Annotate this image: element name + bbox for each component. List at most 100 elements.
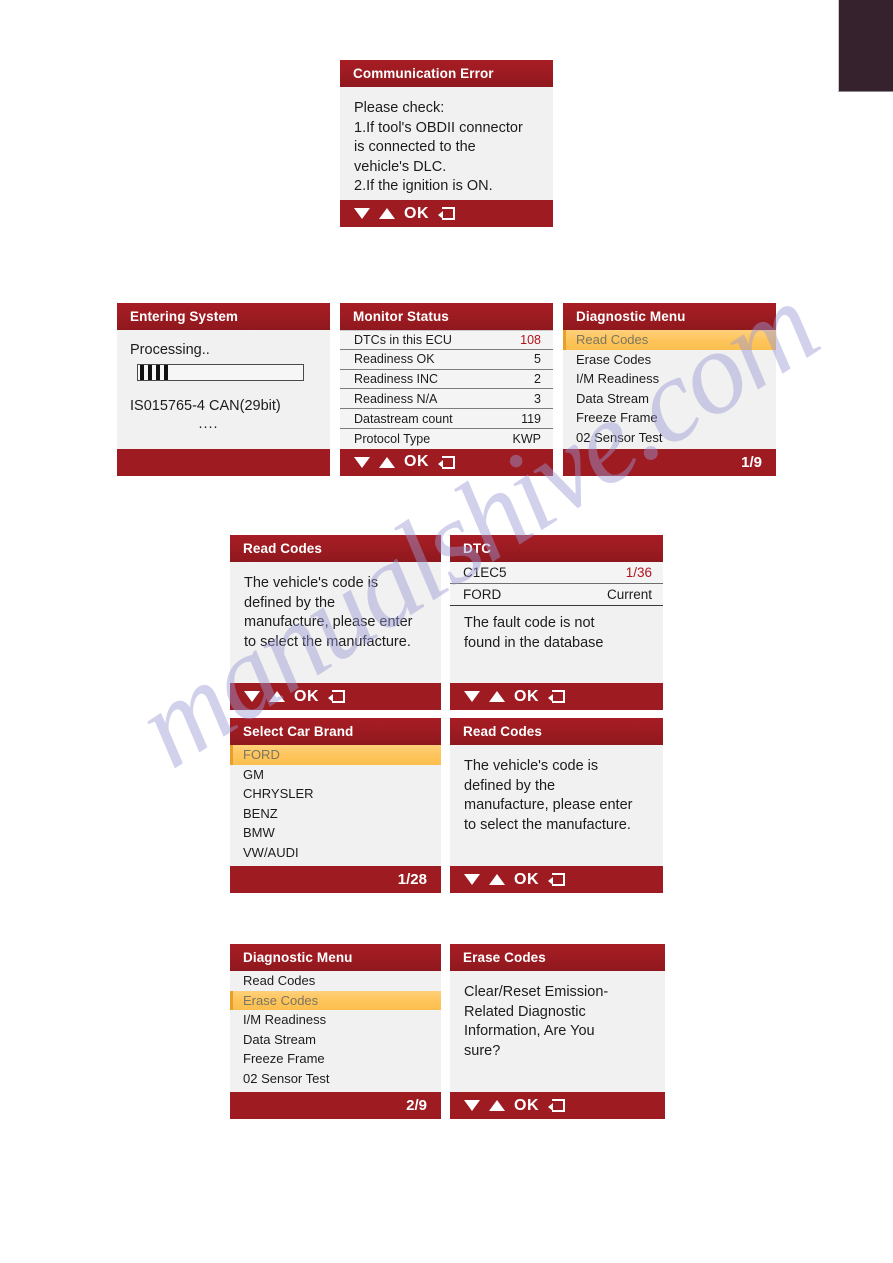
panel-erase-codes: Erase Codes Clear/Reset Emission- Relate… — [450, 944, 665, 1119]
menu-item-data-stream[interactable]: Data Stream — [230, 1030, 441, 1050]
message-line: found in the database — [464, 634, 604, 651]
message-line: is connected to the — [354, 139, 476, 155]
message-line: The fault code is not — [464, 615, 595, 631]
page-indicator: 1/28 — [397, 871, 427, 888]
message-text: The vehicle's code is defined by the man… — [450, 745, 663, 835]
panel-body: Processing.. IS015765-4 CAN(29bit) .... — [117, 330, 330, 449]
panel-title: Diagnostic Menu — [563, 303, 776, 330]
panel-communication-error: Communication Error Please check: 1.If t… — [340, 60, 553, 227]
return-arrow-icon[interactable] — [548, 873, 565, 886]
table-row: Datastream count 119 — [340, 409, 553, 429]
message-line: manufacture, please enter — [464, 797, 633, 813]
page-indicator: 2/9 — [406, 1097, 427, 1114]
menu-item-im-readiness[interactable]: I/M Readiness — [230, 1010, 441, 1030]
menu-item-erase-codes[interactable]: Erase Codes — [563, 350, 776, 370]
protocol-label: IS015765-4 CAN(29bit) — [130, 398, 281, 414]
menu-item-read-codes[interactable]: Read Codes — [230, 971, 441, 991]
triangle-up-icon[interactable] — [269, 691, 285, 702]
ok-button[interactable]: OK — [514, 1097, 539, 1115]
brand-item-chrysler[interactable]: CHRYSLER — [230, 784, 441, 804]
triangle-up-icon[interactable] — [489, 874, 505, 885]
message-line: manufacture, please enter — [244, 614, 413, 630]
menu-item-data-stream[interactable]: Data Stream — [563, 389, 776, 409]
triangle-up-icon[interactable] — [489, 1100, 505, 1111]
processing-label: Processing.. — [130, 342, 210, 358]
table-row: Readiness OK 5 — [340, 349, 553, 370]
panel-body: Please check: 1.If tool's OBDII connecto… — [340, 87, 553, 200]
panel-read-codes-a: Read Codes The vehicle's code is defined… — [230, 535, 441, 710]
panel-body: The vehicle's code is defined by the man… — [450, 745, 663, 866]
panel-footer-nav: OK — [450, 866, 663, 893]
row-label: Readiness N/A — [354, 391, 438, 406]
panel-footer-nav: OK — [340, 200, 553, 227]
panel-body: Read Codes Erase Codes I/M Readiness Dat… — [230, 971, 441, 1092]
ok-button[interactable]: OK — [404, 453, 429, 471]
menu-item-im-readiness[interactable]: I/M Readiness — [563, 369, 776, 389]
row-value: 5 — [534, 352, 541, 367]
panel-title: Read Codes — [450, 718, 663, 745]
table-row: Protocol Type KWP — [340, 428, 553, 449]
menu-item-read-codes[interactable]: Read Codes — [563, 330, 776, 350]
brand-item-bmw[interactable]: BMW — [230, 823, 441, 843]
panel-entering-system: Entering System Processing.. IS015765-4 … — [117, 303, 330, 476]
panel-dtc: DTC C1EC5 1/36 FORD Current The fault co… — [450, 535, 663, 710]
panel-footer-nav: OK — [450, 683, 663, 710]
return-arrow-icon[interactable] — [328, 690, 345, 703]
message-line: Clear/Reset Emission- — [464, 984, 609, 1000]
menu-item-erase-codes[interactable]: Erase Codes — [230, 990, 441, 1010]
triangle-down-icon[interactable] — [354, 208, 370, 219]
triangle-down-icon[interactable] — [464, 691, 480, 702]
panel-title: Select Car Brand — [230, 718, 441, 745]
loading-dots: .... — [198, 416, 219, 432]
brand-item-ford[interactable]: FORD — [230, 745, 441, 765]
panel-diagnostic-menu-1: Diagnostic Menu Read Codes Erase Codes I… — [563, 303, 776, 476]
row-label: DTCs in this ECU — [354, 332, 452, 347]
table-row: DTCs in this ECU 108 — [340, 330, 553, 350]
triangle-down-icon[interactable] — [464, 1100, 480, 1111]
row-value: KWP — [512, 431, 541, 446]
brand-item-gm[interactable]: GM — [230, 765, 441, 785]
progress-segment — [148, 365, 152, 380]
menu-item-o2-sensor-test[interactable]: 02 Sensor Test — [563, 428, 776, 448]
message-line: vehicle's DLC. — [354, 158, 447, 175]
menu-item-freeze-frame[interactable]: Freeze Frame — [230, 1049, 441, 1069]
triangle-up-icon[interactable] — [489, 691, 505, 702]
panel-monitor-status: Monitor Status DTCs in this ECU 108 Read… — [340, 303, 553, 476]
message-text: Please check: 1.If tool's OBDII connecto… — [340, 87, 553, 197]
triangle-up-icon[interactable] — [379, 208, 395, 219]
return-arrow-icon[interactable] — [438, 455, 455, 469]
row-label: Protocol Type — [354, 431, 431, 446]
row-value: 3 — [534, 391, 541, 406]
message-line: to select the manufacture. — [244, 633, 411, 650]
panel-footer-nav: OK — [340, 448, 553, 476]
progress-segment — [164, 365, 168, 380]
ok-button[interactable]: OK — [294, 688, 319, 706]
triangle-down-icon[interactable] — [354, 456, 370, 468]
panel-title: Communication Error — [340, 60, 553, 87]
message-line: The vehicle's code is — [244, 575, 379, 591]
page-indicator: 1/9 — [741, 454, 762, 471]
brand-item-benz[interactable]: BENZ — [230, 804, 441, 824]
triangle-down-icon[interactable] — [244, 691, 260, 702]
menu-item-freeze-frame[interactable]: Freeze Frame — [563, 408, 776, 428]
panel-select-car-brand: Select Car Brand FORD GM CHRYSLER BENZ B… — [230, 718, 441, 893]
return-arrow-icon[interactable] — [548, 1099, 565, 1112]
return-arrow-icon[interactable] — [548, 690, 565, 703]
ok-button[interactable]: OK — [514, 688, 539, 706]
message-text: The fault code is not found in the datab… — [450, 606, 663, 653]
dtc-brand: FORD — [463, 587, 502, 602]
panel-footer-nav: OK — [230, 683, 441, 710]
return-arrow-icon[interactable] — [438, 207, 455, 220]
ok-button[interactable]: OK — [404, 205, 429, 223]
row-value: 119 — [521, 411, 541, 426]
progress-segment — [156, 365, 160, 380]
brand-item-vw-audi[interactable]: VW/AUDI — [230, 843, 441, 863]
panel-title: DTC — [450, 535, 663, 562]
message-line: to select the manufacture. — [464, 816, 631, 833]
triangle-down-icon[interactable] — [464, 874, 480, 885]
triangle-up-icon[interactable] — [379, 456, 395, 468]
menu-item-o2-sensor-test[interactable]: 02 Sensor Test — [230, 1069, 441, 1089]
ok-button[interactable]: OK — [514, 871, 539, 889]
message-line: Please check: — [354, 100, 445, 116]
panel-diagnostic-menu-2: Diagnostic Menu Read Codes Erase Codes I… — [230, 944, 441, 1119]
